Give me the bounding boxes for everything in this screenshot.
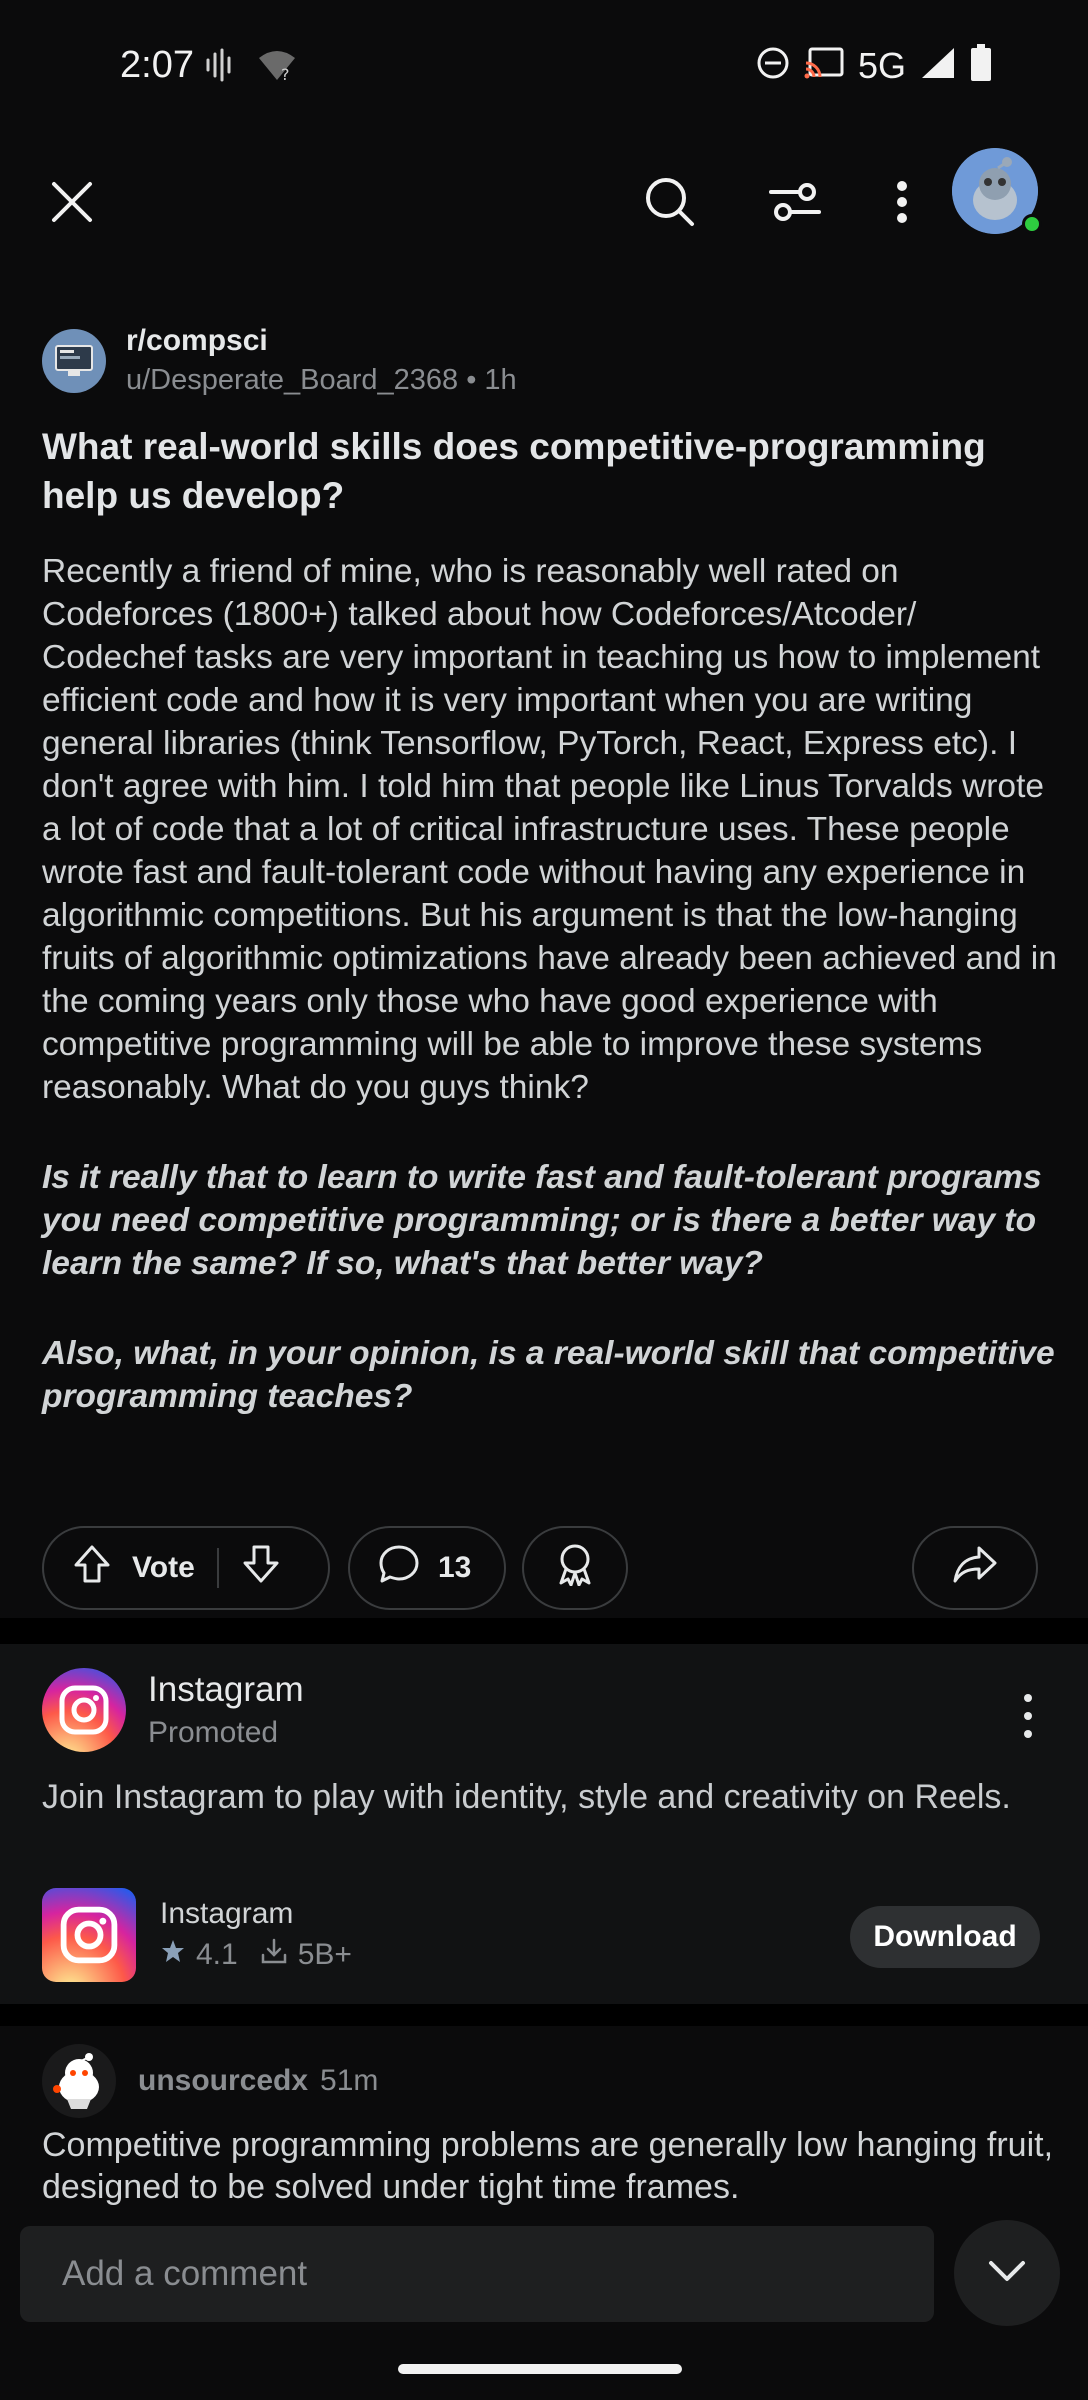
status-bar: 2:07 ? 5G [0, 0, 1088, 130]
award-icon [553, 1542, 597, 1594]
ad-advertiser-name: Instagram [148, 1670, 304, 1709]
instagram-app-icon [42, 1888, 136, 1982]
ad-app-name: Instagram [160, 1897, 294, 1930]
chevron-down-icon [987, 2259, 1027, 2288]
more-options-button[interactable] [866, 168, 938, 240]
battery-icon [970, 44, 992, 87]
section-divider [0, 1618, 1088, 1644]
app-rating: 4.1 [196, 1938, 238, 1971]
vote-pill: Vote [42, 1526, 330, 1610]
app-downloads: 5B+ [297, 1938, 352, 1971]
add-comment-input[interactable]: Add a comment [20, 2226, 934, 2322]
close-icon [50, 180, 94, 229]
ad-promoted-label: Promoted [148, 1716, 279, 1749]
status-time: 2:07 [120, 44, 194, 86]
cast-icon [804, 47, 844, 84]
post-author-meta[interactable]: u/Desperate_Board_2368 • 1h [126, 364, 517, 397]
close-button[interactable] [36, 168, 108, 240]
upvote-button[interactable] [72, 1544, 112, 1592]
post-header: r/compsci u/Desperate_Board_2368 • 1h [42, 324, 517, 397]
star-icon [160, 1938, 186, 1972]
ad-text: Join Instagram to play with identity, st… [42, 1778, 1011, 1816]
downvote-arrow-icon [241, 1545, 281, 1591]
comments-button[interactable]: 13 [348, 1526, 506, 1610]
more-vertical-icon [896, 180, 908, 229]
section-divider [0, 2004, 1088, 2026]
collapse-button[interactable] [954, 2220, 1060, 2326]
filter-icon [769, 180, 821, 229]
comment-count: 13 [438, 1551, 472, 1584]
comment: unsourcedx 51m Competitive programming p… [0, 2026, 1088, 2400]
post-paragraph: Also, what, in your opinion, is a real-w… [42, 1335, 1055, 1415]
more-dot [1024, 1712, 1032, 1720]
online-status-dot [1022, 214, 1042, 234]
post-paragraph: Recently a friend of mine, who is reason… [42, 553, 1057, 1106]
subreddit-name[interactable]: r/compsci [126, 324, 517, 358]
downvote-button[interactable] [241, 1544, 281, 1592]
search-button[interactable] [634, 168, 706, 240]
vote-label: Vote [132, 1551, 195, 1584]
more-dot [1024, 1730, 1032, 1738]
comment-text: Competitive programming problems are gen… [42, 2126, 1054, 2206]
post-title: What real-world skills does competitive-… [42, 426, 986, 516]
upvote-arrow-icon [72, 1545, 112, 1591]
share-icon [952, 1544, 998, 1592]
download-button[interactable]: Download [850, 1906, 1040, 1968]
svg-text:?: ? [281, 65, 290, 82]
more-vertical-icon [1024, 1694, 1032, 1702]
award-button[interactable] [522, 1526, 628, 1610]
ad-more-options-button[interactable] [1008, 1688, 1048, 1744]
comment-time: 51m [320, 2064, 379, 2097]
post-actions: Vote 13 [42, 1526, 1048, 1610]
post-paragraph: Is it really that to learn to write fast… [42, 1159, 1042, 1282]
comment-bubble-icon [378, 1544, 420, 1592]
top-app-bar [0, 130, 1088, 280]
search-icon [644, 176, 696, 233]
ad-app-card[interactable]: Instagram 4.1 5B+ [42, 1888, 352, 1982]
dnd-icon [756, 46, 790, 85]
wifi-question-icon: ? [257, 48, 297, 87]
signal-icon [920, 46, 956, 85]
vote-separator [216, 1548, 219, 1588]
network-type: 5G [857, 44, 906, 86]
post-body: Recently a friend of mine, who is reason… [42, 550, 1058, 1465]
instagram-logo-icon [42, 1668, 126, 1752]
subreddit-icon[interactable] [42, 328, 106, 393]
download-count-icon [260, 1937, 288, 1973]
promoted-ad[interactable]: Instagram Promoted Join Instagram to pla… [0, 1644, 1088, 2004]
post: r/compsci u/Desperate_Board_2368 • 1h Wh… [0, 280, 1088, 1618]
gesture-home-bar[interactable] [398, 2364, 682, 2374]
commenter-username[interactable]: unsourcedx [138, 2064, 308, 2098]
filter-button[interactable] [759, 168, 831, 240]
commenter-avatar[interactable] [42, 2044, 116, 2118]
share-button[interactable] [912, 1526, 1038, 1610]
voicemail-icon [205, 48, 235, 87]
